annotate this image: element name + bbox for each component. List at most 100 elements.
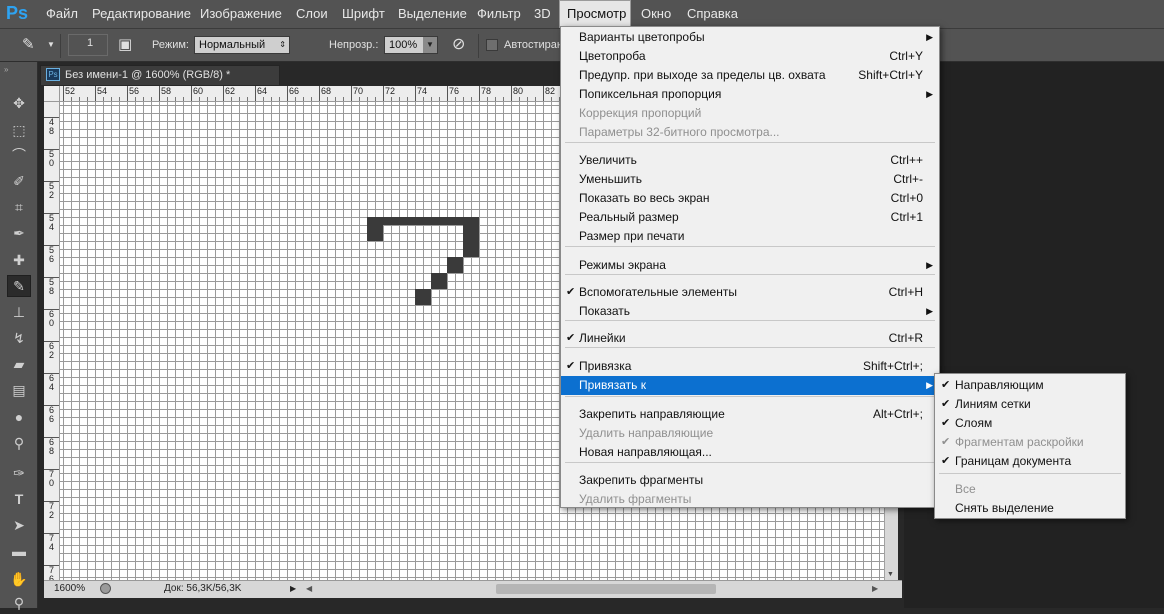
painted-pixel: [439, 217, 447, 225]
snap-to-item-2[interactable]: ✔ Линиям сетки: [935, 395, 1125, 414]
menu-filter[interactable]: Фильтр: [471, 0, 527, 28]
scroll-right-icon[interactable]: ▶: [872, 581, 878, 597]
ruler-minor-tick: [423, 97, 424, 101]
painted-pixel: [471, 225, 479, 233]
view-menu-item-9[interactable]: Показать во весь экран Ctrl+0: [561, 189, 939, 208]
view-menu-item-20[interactable]: Новая направляющая...: [561, 443, 939, 462]
menu-window[interactable]: Окно: [635, 0, 677, 28]
snap-to-item-5[interactable]: ✔ Границам документа: [935, 452, 1125, 471]
lasso-tool-icon[interactable]: ⌒: [7, 144, 31, 166]
marquee-tool-icon[interactable]: ⬚: [7, 119, 31, 141]
menu-view[interactable]: Просмотр: [559, 0, 631, 28]
brush-panel-icon[interactable]: ▣: [118, 29, 132, 63]
eyedropper-tool-icon[interactable]: ✒: [7, 222, 31, 244]
ruler-origin[interactable]: [44, 86, 60, 102]
scroll-left-icon[interactable]: ◀: [306, 581, 312, 597]
ruler-minor-tick: [535, 97, 536, 101]
view-menu-item-4[interactable]: Попиксельная пропорция ▶: [561, 85, 939, 104]
pencil-tool-preset-icon[interactable]: ✎: [22, 29, 35, 63]
ruler-minor-tick: [431, 97, 432, 101]
view-menu-item-10[interactable]: Реальный размер Ctrl+1: [561, 208, 939, 227]
horizontal-scrollbar-thumb[interactable]: [496, 584, 716, 594]
status-menu-arrow-icon[interactable]: ▶: [290, 581, 296, 597]
history-brush-tool-icon[interactable]: ↯: [7, 327, 31, 349]
healing-brush-tool-icon[interactable]: ✚: [7, 249, 31, 271]
separator: [478, 34, 479, 58]
ruler-minor-tick: [207, 97, 208, 101]
view-menu-item-8[interactable]: Уменьшить Ctrl+-: [561, 170, 939, 189]
status-icon[interactable]: [100, 583, 111, 594]
document-tab[interactable]: Ps Без имени-1 @ 1600% (RGB/8) *: [40, 65, 280, 85]
ruler-minor-tick: [455, 97, 456, 101]
view-menu-item-7[interactable]: Увеличить Ctrl++: [561, 151, 939, 170]
pencil-tool-icon[interactable]: ✎: [7, 275, 31, 297]
view-menu-item-11[interactable]: Размер при печати: [561, 227, 939, 246]
zoom-tool-icon[interactable]: ⚲: [7, 592, 31, 614]
ruler-minor-tick: [495, 97, 496, 101]
snap-to-item-7[interactable]: Снять выделение: [935, 499, 1125, 518]
view-menu-item-16[interactable]: ✔ Привязка Shift+Ctrl+;: [561, 357, 939, 376]
painted-pixel: [431, 281, 439, 289]
menu-item-label: Привязка: [579, 359, 632, 373]
opacity-input[interactable]: 100% ▼: [384, 36, 438, 54]
pressure-opacity-icon[interactable]: ⊘: [452, 29, 465, 63]
painted-pixel: [455, 217, 463, 225]
ruler-minor-tick: [343, 97, 344, 101]
menu-item-label: Границам документа: [955, 454, 1072, 468]
menu-separator: [939, 473, 1121, 474]
blur-tool-icon[interactable]: ●: [7, 406, 31, 428]
gradient-tool-icon[interactable]: ▤: [7, 379, 31, 401]
view-menu-dropdown: Варианты цветопробы ▶ Цветопроба Ctrl+Y Пред…: [560, 26, 940, 508]
menu-file[interactable]: Файл: [40, 0, 84, 28]
view-menu-item-2[interactable]: Цветопроба Ctrl+Y: [561, 47, 939, 66]
type-tool-icon[interactable]: T: [7, 488, 31, 510]
quick-select-tool-icon[interactable]: ✐: [7, 170, 31, 192]
view-menu-item-13[interactable]: ✔ Вспомогательные элементы Ctrl+H: [561, 283, 939, 302]
menu-select[interactable]: Выделение: [392, 0, 473, 28]
ruler-minor-tick: [327, 97, 328, 101]
auto-erase-checkbox[interactable]: [486, 39, 498, 51]
chevron-down-icon[interactable]: ▼: [423, 37, 437, 53]
menu-3d[interactable]: 3D: [528, 0, 557, 28]
menu-type[interactable]: Шрифт: [336, 0, 391, 28]
brush-size-picker[interactable]: 1: [68, 34, 108, 56]
zoom-level[interactable]: 1600%: [54, 581, 85, 597]
menu-edit[interactable]: Редактирование: [86, 0, 197, 28]
view-menu-item-21[interactable]: Закрепить фрагменты: [561, 471, 939, 490]
ruler-minor-tick: [359, 97, 360, 101]
collapse-icon[interactable]: »: [4, 65, 8, 74]
view-menu-item-17[interactable]: Привязать к ▶: [561, 376, 939, 395]
hand-tool-icon[interactable]: ✋: [7, 568, 31, 590]
vertical-ruler[interactable]: 4 8 5 0 5 2 5 4 5 6 5 8 6 0 6 2 6 4 6 6 6 8 7 0 7 2 7…: [44, 102, 60, 580]
eraser-tool-icon[interactable]: ▰: [7, 353, 31, 375]
pen-tool-icon[interactable]: ✑: [7, 462, 31, 484]
view-menu-item-19: Удалить направляющие: [561, 424, 939, 443]
menu-layers[interactable]: Слои: [290, 0, 334, 28]
ruler-label: 7 6: [49, 565, 55, 581]
stamp-tool-icon[interactable]: ⊥: [7, 301, 31, 323]
view-menu-item-18[interactable]: Закрепить направляющие Alt+Ctrl+;: [561, 405, 939, 424]
menu-item-shortcut: Ctrl+R: [888, 331, 923, 345]
dodge-tool-icon[interactable]: ⚲: [7, 432, 31, 454]
view-menu-item-1[interactable]: Варианты цветопробы ▶: [561, 28, 939, 47]
scroll-down-icon[interactable]: ▼: [887, 571, 894, 578]
rectangle-tool-icon[interactable]: ▬: [7, 540, 31, 562]
mode-select[interactable]: Нормальный ⇕: [194, 36, 290, 54]
menu-help[interactable]: Справка: [681, 0, 744, 28]
ruler-tick: [255, 86, 256, 101]
move-tool-icon[interactable]: ✥: [7, 92, 31, 114]
view-menu-item-3[interactable]: Предупр. при выходе за пределы цв. охват…: [561, 66, 939, 85]
ruler-label: 5 0: [49, 149, 55, 168]
snap-to-item-1[interactable]: ✔ Направляющим: [935, 376, 1125, 395]
crop-tool-icon[interactable]: ⌗: [7, 196, 31, 218]
view-menu-item-15[interactable]: ✔ Линейки Ctrl+R: [561, 329, 939, 348]
view-menu-item-14[interactable]: Показать ▶: [561, 302, 939, 321]
path-select-tool-icon[interactable]: ➤: [7, 514, 31, 536]
ruler-minor-tick: [183, 97, 184, 101]
chevron-down-icon[interactable]: ▼: [47, 29, 55, 63]
menu-item-label: Привязать к: [579, 378, 646, 392]
menu-image[interactable]: Изображение: [194, 0, 288, 28]
view-menu-item-12[interactable]: Режимы экрана ▶: [561, 256, 939, 275]
snap-to-item-3[interactable]: ✔ Слоям: [935, 414, 1125, 433]
ruler-label: 5 4: [49, 213, 55, 232]
